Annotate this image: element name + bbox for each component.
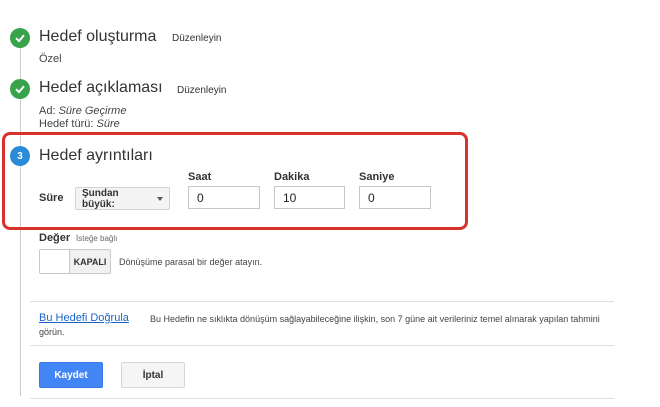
- toggle-knob: [40, 250, 70, 273]
- divider: [30, 398, 614, 399]
- hours-label: Saat: [188, 171, 212, 183]
- stepper-line: [20, 48, 21, 79]
- duration-label: Süre: [39, 192, 64, 204]
- step-1-detail: Özel: [39, 53, 62, 65]
- step-3-title: Hedef ayrıntıları: [39, 147, 153, 164]
- seconds-label: Saniye: [359, 171, 395, 183]
- step-1-title: Hedef oluşturma: [39, 28, 157, 45]
- step-2-edit-link[interactable]: Düzenleyin: [177, 85, 226, 96]
- verify-description-text: Bu Hedefin ne sıklıkta dönüşüm sağlayabi…: [39, 314, 600, 337]
- step-2-detail-name: Ad: Süre Geçirme: [39, 105, 126, 118]
- save-button[interactable]: Kaydet: [39, 362, 103, 388]
- cancel-button[interactable]: İptal: [121, 362, 185, 388]
- detail-key: Ad:: [39, 105, 56, 117]
- verify-description: Bu Hedefin ne sıklıkta dönüşüm sağlayabi…: [39, 313, 619, 339]
- toggle-label: KAPALI: [73, 256, 107, 267]
- minutes-label: Dakika: [274, 171, 310, 183]
- step-1-check-icon: [10, 28, 30, 48]
- step-2-check-icon: [10, 79, 30, 99]
- hours-input[interactable]: [188, 186, 260, 209]
- step-2-detail-type: Hedef türü: Süre: [39, 118, 120, 131]
- detail-key: Hedef türü:: [39, 118, 94, 130]
- minutes-input[interactable]: [274, 186, 345, 209]
- caret-down-icon: [157, 196, 163, 201]
- divider: [30, 301, 614, 302]
- value-description: Dönüşüme parasal bir değer atayın.: [119, 257, 263, 267]
- condition-select-value: Şundan büyük:: [82, 187, 119, 210]
- value-toggle[interactable]: KAPALI: [39, 249, 111, 274]
- divider: [30, 345, 614, 346]
- step-1-edit-link[interactable]: Düzenleyin: [172, 33, 221, 44]
- seconds-input[interactable]: [359, 186, 431, 209]
- value-label: Değer: [39, 232, 71, 244]
- condition-select[interactable]: Şundan büyük:: [75, 187, 170, 210]
- step-3-number: 3: [10, 146, 30, 166]
- optional-label: İsteğe bağlı: [76, 234, 118, 243]
- step-2-title: Hedef açıklaması: [39, 79, 163, 96]
- detail-value: Süre Geçirme: [58, 105, 127, 117]
- detail-value: Süre: [96, 118, 120, 130]
